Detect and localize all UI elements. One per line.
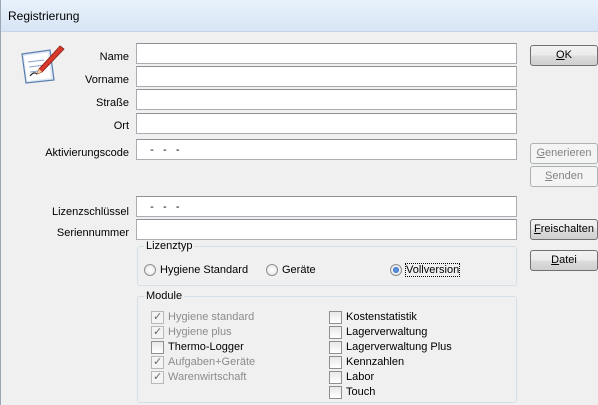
checkbox-label: Warenwirtschaft: [168, 371, 247, 383]
ort-label: Ort: [113, 120, 129, 132]
checkbox-label: Kostenstatistik: [346, 311, 417, 323]
name-label: Name: [99, 51, 129, 63]
freischalten-label: reischalten: [540, 223, 594, 235]
datei-mnemonic: D: [551, 254, 560, 266]
module-hygiene-standard-checkbox[interactable]: Hygiene standard: [151, 310, 254, 324]
checkbox-label: Hygiene plus: [168, 326, 232, 338]
vorname-label: Vorname: [84, 74, 129, 86]
module-thermo-logger-checkbox[interactable]: Thermo-Logger: [151, 340, 244, 354]
module-kostenstatistik-checkbox[interactable]: Kostenstatistik: [329, 310, 417, 324]
checkbox-label: Lagerverwaltung Plus: [346, 341, 452, 353]
generieren-mnemonic: G: [536, 147, 546, 159]
ok-mnemonic: O: [556, 49, 565, 61]
senden-button[interactable]: Senden: [530, 166, 598, 187]
aktivierungscode-label: Aktivierungscode: [45, 147, 129, 159]
freischalten-button[interactable]: Freischalten: [530, 219, 598, 240]
checkbox-box[interactable]: [151, 325, 164, 339]
radio-circle[interactable]: [144, 264, 156, 276]
name-input[interactable]: [136, 43, 517, 64]
checkbox-box[interactable]: [329, 370, 342, 384]
module-touch-checkbox[interactable]: Touch: [329, 385, 375, 399]
aktivierungscode-input[interactable]: [136, 139, 517, 160]
checkbox-box[interactable]: [329, 340, 342, 354]
radio-vollversion[interactable]: Vollversion: [390, 263, 461, 277]
checkbox-box[interactable]: [151, 310, 164, 324]
generieren-button[interactable]: Generieren: [530, 143, 598, 164]
radio-circle[interactable]: [266, 264, 278, 276]
checkbox-label: Thermo-Logger: [168, 341, 244, 353]
senden-label: enden: [552, 170, 583, 182]
datei-button[interactable]: Datei: [530, 250, 598, 271]
radio-label: Geräte: [282, 264, 316, 276]
pen-paper-icon: [21, 45, 65, 84]
checkbox-label: Labor: [346, 371, 375, 383]
checkbox-label: Kennzahlen: [346, 356, 405, 368]
lizenztyp-group: Lizenztyp: [137, 240, 517, 286]
seriennummer-label: Seriennummer: [56, 227, 129, 239]
module-kennzahlen-checkbox[interactable]: Kennzahlen: [329, 355, 404, 369]
radio-circle-selected[interactable]: [390, 264, 402, 276]
vorname-input[interactable]: [136, 66, 517, 87]
freischalten-mnemonic: F: [534, 223, 541, 235]
radio-label: Hygiene Standard: [160, 264, 249, 276]
radio-hygiene-standard[interactable]: Hygiene Standard: [144, 264, 248, 276]
module-labor-checkbox[interactable]: Labor: [329, 370, 374, 384]
lizenzschluessel-label: Lizenzschlüssel: [51, 206, 129, 218]
module-warenwirtschaft-checkbox[interactable]: Warenwirtschaft: [151, 370, 246, 384]
datei-label: atei: [559, 254, 577, 266]
module-legend: Module: [146, 290, 183, 302]
checkbox-box[interactable]: [329, 355, 342, 369]
lizenzschluessel-input[interactable]: [136, 196, 517, 217]
checkbox-label: Touch: [346, 386, 376, 398]
module-aufgaben-geraete-checkbox[interactable]: Aufgaben+Geräte: [151, 355, 255, 369]
radio-label: Vollversion: [404, 263, 461, 277]
checkbox-label: Aufgaben+Geräte: [168, 356, 256, 368]
seriennummer-input[interactable]: [136, 219, 517, 240]
ok-button[interactable]: OK: [530, 45, 598, 66]
module-lagerverwaltung-checkbox[interactable]: Lagerverwaltung: [329, 325, 427, 339]
checkbox-box[interactable]: [151, 370, 164, 384]
ort-input[interactable]: [136, 113, 517, 134]
strasse-label: Straße: [95, 97, 129, 109]
checkbox-box[interactable]: [151, 340, 164, 354]
window-title: Registrierung: [8, 9, 80, 23]
checkbox-box[interactable]: [329, 325, 342, 339]
radio-geraete[interactable]: Geräte: [266, 264, 316, 276]
checkbox-box[interactable]: [151, 355, 164, 369]
module-hygiene-plus-checkbox[interactable]: Hygiene plus: [151, 325, 232, 339]
checkbox-box[interactable]: [329, 385, 342, 399]
checkbox-label: Hygiene standard: [168, 311, 255, 323]
module-lagerverwaltung-plus-checkbox[interactable]: Lagerverwaltung Plus: [329, 340, 452, 354]
lizenztyp-legend: Lizenztyp: [146, 240, 193, 252]
checkbox-label: Lagerverwaltung: [346, 326, 428, 338]
title-bar: Registrierung: [1, 0, 598, 32]
generieren-label: enerieren: [545, 147, 592, 159]
checkbox-box[interactable]: [329, 310, 342, 324]
ok-label: K: [564, 49, 572, 61]
strasse-input[interactable]: [136, 89, 517, 110]
registration-window: Registrierung Name Vorname Straße Ort Ak…: [0, 0, 598, 405]
